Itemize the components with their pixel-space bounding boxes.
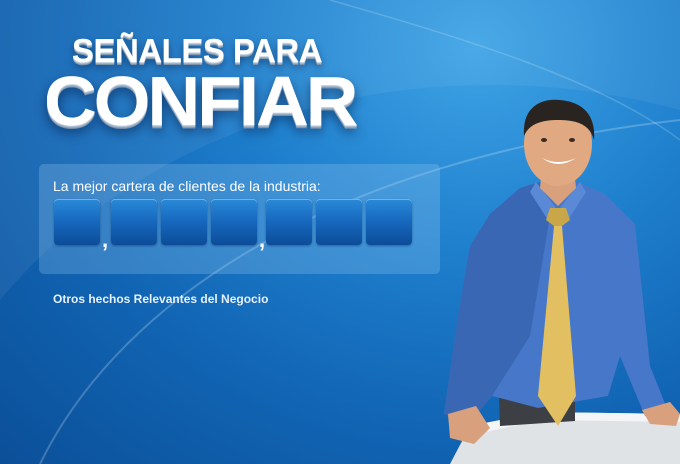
counter-separator-2: , [259,227,266,252]
title-line-2: CONFIAR [44,63,359,140]
banner: SEÑALES PARA CONFIAR La mejor cartera de… [0,0,680,464]
counter-digit-1 [54,199,100,245]
counter-digit-5 [266,199,312,245]
counter-digit-2 [111,199,157,245]
other-facts-link[interactable]: Otros hechos Relevantes del Negocio [53,292,268,306]
counter-digit-6 [316,199,362,245]
counter-digit-7 [366,199,412,245]
counter-label: La mejor cartera de clientes de la indus… [53,178,321,194]
client-counter-panel: La mejor cartera de clientes de la indus… [39,164,440,274]
counter-digit-3 [161,199,207,245]
counter-separator-1: , [102,227,109,252]
counter-digit-4 [211,199,257,245]
businessman-photo [444,99,680,464]
